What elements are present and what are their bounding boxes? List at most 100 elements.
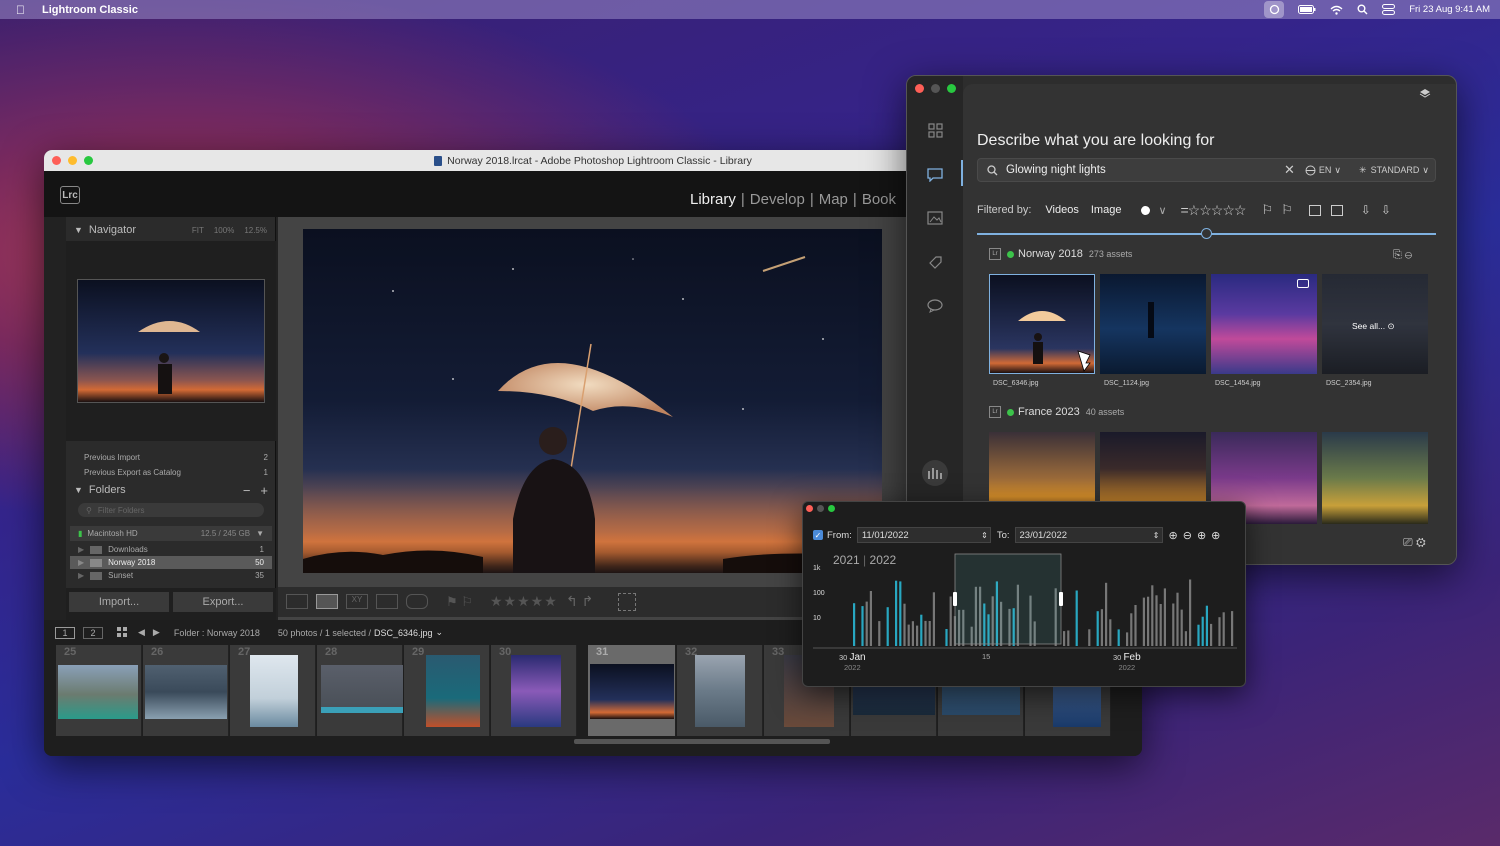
result-tile[interactable] xyxy=(1322,432,1428,524)
rotate-icon[interactable]: ↰ ↱ xyxy=(566,593,593,610)
folder-sunset[interactable]: ▶ Sunset 35 xyxy=(70,569,272,581)
no-upload-icon[interactable]: ⇩ xyxy=(1381,203,1391,217)
rating-filter[interactable]: =☆☆☆☆☆ xyxy=(1181,202,1247,219)
histogram[interactable] xyxy=(803,502,1246,687)
zoom-custom[interactable]: 12.5% xyxy=(244,226,267,235)
people-view-icon[interactable] xyxy=(406,594,428,609)
flag-icon[interactable]: ⚑ ⚐ xyxy=(446,594,473,610)
filmstrip-cell[interactable]: 30 xyxy=(491,645,577,736)
apple-icon[interactable]:  xyxy=(16,3,28,17)
settings-icon: ⚙ xyxy=(1415,535,1426,549)
export-button[interactable]: Export... xyxy=(173,592,273,612)
remove-folder-button[interactable]: − xyxy=(243,483,251,498)
module-book[interactable]: Book xyxy=(857,191,901,208)
navigator-preview[interactable] xyxy=(77,279,265,403)
sync-icon[interactable] xyxy=(1264,1,1285,18)
result-tile[interactable] xyxy=(1211,274,1317,374)
grid-icon[interactable] xyxy=(925,120,945,140)
filter-image[interactable]: Image xyxy=(1091,204,1122,216)
battery-icon[interactable] xyxy=(1298,5,1316,14)
group-actions[interactable]: ⎘ ⊖ xyxy=(1393,249,1412,262)
slider-thumb[interactable] xyxy=(1201,228,1212,239)
panel-footer-icons[interactable]: ⎚ ⚙ xyxy=(1403,535,1426,550)
layers-icon[interactable] xyxy=(1419,88,1431,99)
module-map[interactable]: Map xyxy=(814,191,853,208)
clear-icon[interactable]: ✕ xyxy=(1284,162,1295,178)
main-photo[interactable] xyxy=(303,229,882,573)
rating-stars[interactable]: ★★★★★ xyxy=(490,593,558,610)
flag-icon[interactable]: ⚐ xyxy=(1261,202,1273,218)
add-folder-button[interactable]: + xyxy=(260,483,268,498)
filmstrip-scrollbar[interactable] xyxy=(574,739,830,744)
result-tile[interactable] xyxy=(1100,274,1206,374)
collection-previous-import[interactable]: Previous Import 2 xyxy=(66,450,276,465)
result-tile[interactable]: See all... ⊙ xyxy=(1322,274,1428,374)
mode-select[interactable]: ✳ STANDARD ∨ xyxy=(1359,165,1429,176)
module-develop[interactable]: Develop xyxy=(745,191,810,208)
control-center-icon[interactable] xyxy=(1382,4,1396,15)
histogram-bar xyxy=(924,620,927,646)
close-icon[interactable] xyxy=(915,84,924,93)
filmstrip-cell[interactable]: 25 xyxy=(56,645,142,736)
upload-icon[interactable]: ⇩ xyxy=(1361,203,1371,217)
image-search-icon[interactable] xyxy=(925,208,945,228)
crop-icon[interactable] xyxy=(618,593,636,611)
minimize-icon[interactable] xyxy=(68,156,77,165)
filmstrip-cell[interactable]: 32 xyxy=(677,645,763,736)
app-menu[interactable]: Lightroom Classic xyxy=(42,4,138,16)
spotlight-icon[interactable] xyxy=(1357,4,1368,15)
forward-arrow-icon[interactable]: ▶ xyxy=(153,627,160,638)
back-arrow-icon[interactable]: ◀ xyxy=(138,627,145,638)
stats-icon[interactable] xyxy=(922,460,948,486)
filmstrip-cell-selected[interactable]: 31 xyxy=(588,645,676,736)
second-window-button[interactable]: 2 xyxy=(83,626,103,639)
unflag-icon[interactable]: ⚐ xyxy=(1281,202,1293,218)
edited-icon[interactable] xyxy=(1308,204,1321,216)
filmstrip-cell[interactable]: 26 xyxy=(143,645,229,736)
wifi-icon[interactable] xyxy=(1330,5,1343,15)
tag-icon[interactable] xyxy=(925,252,945,272)
main-window-button[interactable]: 1 xyxy=(55,626,75,639)
zoom-icon[interactable] xyxy=(947,84,956,93)
filmstrip-cell[interactable]: 29 xyxy=(404,645,490,736)
search-field[interactable]: Glowing night lights ✕ EN ∨ ✳ STANDARD ∨ xyxy=(977,158,1436,182)
unedited-icon[interactable] xyxy=(1330,204,1343,216)
zoom-icon[interactable] xyxy=(84,156,93,165)
clock[interactable]: Fri 23 Aug 9:41 AM xyxy=(1409,4,1490,15)
chevron-down-icon[interactable]: ∨ xyxy=(1158,204,1166,217)
compare-view-icon[interactable]: XY xyxy=(346,594,368,609)
filter-label: Filtered by: xyxy=(977,204,1032,216)
filmstrip-cell[interactable]: 27 xyxy=(230,645,316,736)
comments-icon[interactable] xyxy=(925,296,945,316)
loupe-view-icon[interactable] xyxy=(316,594,338,609)
collection-previous-export[interactable]: Previous Export as Catalog 1 xyxy=(66,465,276,480)
zoom-fit[interactable]: FIT xyxy=(192,226,204,235)
zoom-100[interactable]: 100% xyxy=(214,226,234,235)
group-name: France 2023 xyxy=(1018,406,1080,418)
color-label-dot[interactable] xyxy=(1141,205,1151,215)
chat-search-icon[interactable] xyxy=(925,164,945,184)
see-all-link[interactable]: See all... ⊙ xyxy=(1352,321,1395,332)
folder-search-input[interactable]: ⚲ Filter Folders xyxy=(78,503,264,517)
filmstrip-cell[interactable]: 28 xyxy=(317,645,403,736)
selected-file[interactable]: DSC_6346.jpg xyxy=(374,628,433,638)
import-button[interactable]: Import... xyxy=(69,592,169,612)
minimize-icon[interactable] xyxy=(931,84,940,93)
folder-downloads[interactable]: ▶ Downloads 1 xyxy=(70,543,272,556)
disclosure-icon[interactable]: ▼ xyxy=(74,225,83,235)
grid-view-icon[interactable] xyxy=(286,594,308,609)
left-panel-toggle[interactable] xyxy=(44,217,66,620)
disclosure-icon[interactable]: ▼ xyxy=(74,485,83,495)
language-select[interactable]: EN ∨ xyxy=(1305,165,1341,176)
survey-view-icon[interactable] xyxy=(376,594,398,609)
folders-header[interactable]: ▼ Folders − + xyxy=(66,480,276,500)
navigator-header[interactable]: ▼ Navigator FIT 100% 12.5% xyxy=(66,220,275,240)
module-library[interactable]: Library xyxy=(685,191,741,208)
filter-videos[interactable]: Videos xyxy=(1045,204,1078,216)
result-tile[interactable] xyxy=(989,274,1095,374)
histogram-bar xyxy=(1088,629,1091,646)
folder-norway-2018[interactable]: ▶ Norway 2018 50 xyxy=(70,556,272,569)
volume-row[interactable]: ▮ Macintosh HD 12.5 / 245 GB ▼ xyxy=(70,526,272,541)
close-icon[interactable] xyxy=(52,156,61,165)
grid-icon[interactable] xyxy=(117,627,128,638)
